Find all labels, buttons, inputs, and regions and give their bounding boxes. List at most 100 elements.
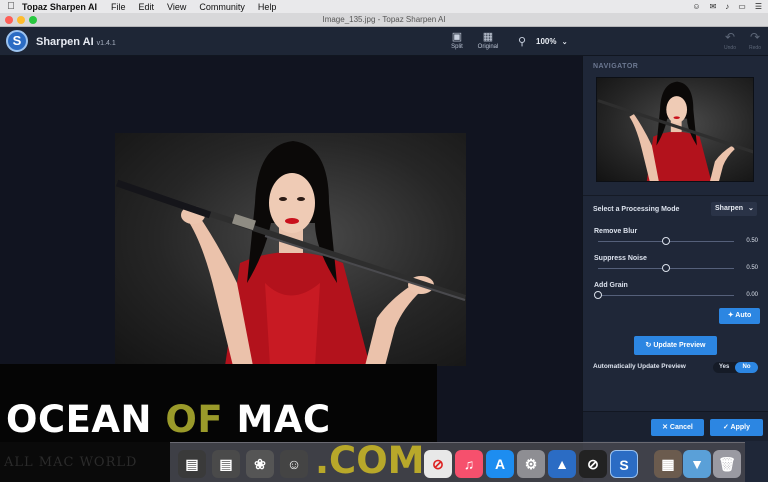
auto-button-label: Auto: [735, 312, 752, 319]
app-store-icon[interactable]: A: [486, 450, 514, 478]
sharpen-ai-dock-icon[interactable]: S: [610, 450, 638, 478]
preview-image[interactable]: [115, 133, 466, 366]
zoom-icon[interactable]: ⚲: [518, 35, 526, 48]
original-label: Original: [477, 44, 499, 50]
processing-mode-label: Select a Processing Mode: [593, 206, 680, 213]
watermark-ocean: OCEAN: [6, 398, 152, 441]
add-grain-value: 0.00: [746, 292, 758, 298]
menu-view[interactable]: View: [167, 2, 186, 12]
minimize-window-button[interactable]: [17, 16, 25, 24]
chevron-down-icon: ⌄: [561, 39, 568, 46]
window-controls: [5, 16, 37, 24]
navigator-label: NAVIGATOR: [593, 63, 639, 70]
apple-icon[interactable]: : [0, 1, 22, 12]
faded-watermark-text: ALL MAC WORLD: [0, 442, 170, 482]
toggle-yes[interactable]: Yes: [719, 364, 729, 370]
settings-panel: NAVIGATOR Select a Processing Mode Sharp…: [582, 56, 768, 482]
auto-update-toggle[interactable]: Yes No: [713, 362, 758, 373]
image-thumbnail-icon[interactable]: ▦: [654, 450, 682, 478]
downloads-folder-icon[interactable]: ▼: [683, 450, 711, 478]
finder-icon[interactable]: ☺: [280, 450, 308, 478]
suppress-noise-knob[interactable]: [662, 264, 670, 272]
topaz-mountain-icon[interactable]: ▲: [548, 450, 576, 478]
suppress-noise-value: 0.50: [746, 265, 758, 271]
notification-icon[interactable]: ✉: [710, 2, 717, 11]
add-grain-knob[interactable]: [594, 291, 602, 299]
music-icon[interactable]: ♫: [455, 450, 483, 478]
block-icon[interactable]: ⊘: [424, 450, 452, 478]
add-grain-label: Add Grain: [594, 282, 628, 289]
chevron-down-icon: ⌄: [747, 205, 754, 212]
sound-icon[interactable]: ♪: [725, 2, 729, 11]
trash-icon[interactable]: 🗑: [713, 450, 741, 478]
system-preferences-icon[interactable]: ⚙: [517, 450, 545, 478]
window-title: Image_135.jpg - Topaz Sharpen AI: [322, 15, 446, 24]
app-version: v1.4.1: [96, 40, 116, 47]
redo-label: Redo: [749, 45, 761, 51]
menu-bar:  Topaz Sharpen AI File Edit View Commun…: [0, 0, 768, 13]
split-button[interactable]: ▣ Split: [442, 30, 472, 50]
original-button[interactable]: ▦ Original: [473, 30, 503, 50]
add-grain-slider[interactable]: [594, 291, 734, 299]
check-icon: ✓: [722, 424, 729, 431]
circle-app-icon[interactable]: ⊘: [579, 450, 607, 478]
user-icon[interactable]: ☺: [692, 2, 700, 11]
split-view-icon: ▣: [451, 31, 463, 43]
zoom-select[interactable]: 100% ⌄: [536, 35, 576, 48]
wand-icon: ✦: [727, 312, 734, 319]
action-bar: ✕ Cancel ✓ Apply: [583, 411, 768, 441]
navigator-thumbnail[interactable]: [596, 77, 754, 182]
watermark-of: OF: [165, 398, 224, 441]
refresh-icon: ↻: [645, 342, 652, 349]
menu-community[interactable]: Community: [199, 2, 245, 12]
display-icon[interactable]: ▭: [738, 2, 746, 11]
menu-app-name[interactable]: Topaz Sharpen AI: [22, 2, 97, 12]
apply-button[interactable]: ✓ Apply: [710, 419, 763, 436]
undo-label: Undo: [724, 45, 736, 51]
portrait-image: [115, 141, 466, 366]
zoom-value: 100%: [536, 37, 557, 46]
status-icons: ☺ ✉ ♪ ▭ ☰: [692, 0, 762, 13]
update-preview-label: Update Preview: [653, 342, 706, 349]
cancel-button[interactable]: ✕ Cancel: [651, 419, 704, 436]
sharpen-logo-icon: S: [6, 30, 28, 52]
panel-divider: [583, 195, 768, 196]
close-window-button[interactable]: [5, 16, 13, 24]
auto-button[interactable]: ✦ Auto: [719, 308, 760, 324]
app-title: Sharpen AI v1.4.1: [36, 36, 116, 48]
navigator-portrait: [597, 81, 753, 181]
auto-update-label: Automatically Update Preview: [593, 363, 686, 370]
calendar-icon[interactable]: ▤: [178, 450, 206, 478]
watermark-logo: OCEAN OF MAC: [6, 398, 331, 441]
remove-blur-slider[interactable]: [598, 237, 734, 245]
remove-blur-label: Remove Blur: [594, 228, 638, 235]
cancel-label: Cancel: [669, 424, 693, 431]
undo-button[interactable]: ↶ Undo: [719, 30, 741, 51]
remove-blur-value: 0.50: [746, 238, 758, 244]
menu-file[interactable]: File: [111, 2, 126, 12]
processing-mode-value: Sharpen: [715, 205, 744, 212]
dock: ▤ ▤ ❀ ☺ ⊘ ♫ A ⚙ ▲ ⊘ S ▦ ▼ 🗑: [170, 442, 745, 482]
notes-icon[interactable]: ▤: [212, 450, 240, 478]
zoom-window-button[interactable]: [29, 16, 37, 24]
watermark-mac: MAC: [236, 398, 331, 441]
processing-mode-select[interactable]: Sharpen ⌄: [711, 202, 757, 216]
undo-icon: ↶: [724, 30, 736, 44]
app-title-text: Sharpen AI: [36, 36, 94, 48]
close-icon: ✕: [662, 424, 668, 431]
suppress-noise-label: Suppress Noise: [594, 255, 647, 262]
remove-blur-knob[interactable]: [662, 237, 670, 245]
redo-button[interactable]: ↷ Redo: [744, 30, 766, 51]
watermark-com: .COM: [315, 439, 425, 482]
menu-edit[interactable]: Edit: [139, 2, 155, 12]
toggle-no[interactable]: No: [735, 362, 758, 373]
photos-icon[interactable]: ❀: [246, 450, 274, 478]
control-icon[interactable]: ☰: [755, 2, 762, 11]
app-toolbar: S Sharpen AI v1.4.1 ▣ Split ▦ Original ⚲ …: [0, 27, 768, 56]
menu-help[interactable]: Help: [258, 2, 277, 12]
redo-icon: ↷: [749, 30, 761, 44]
update-preview-button[interactable]: ↻ Update Preview: [634, 336, 717, 355]
suppress-noise-slider[interactable]: [598, 264, 734, 272]
apply-label: Apply: [730, 424, 750, 431]
split-label: Split: [451, 44, 463, 50]
